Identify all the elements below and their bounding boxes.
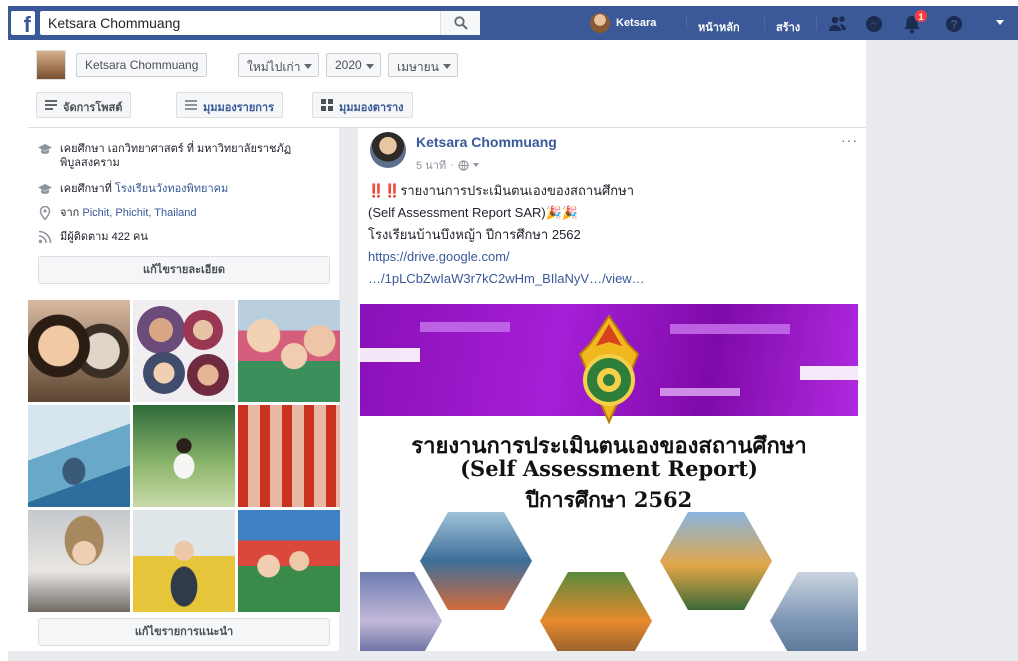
notification-badge: 1 <box>914 9 928 23</box>
grid-view-button[interactable]: มุมมองตาราง <box>312 92 413 118</box>
hometown-row: จาก Pichit, Phichit, Thailand <box>38 206 328 220</box>
post-meta: 5 นาที · <box>416 156 479 174</box>
settings-list-icon <box>45 100 57 110</box>
post-timestamp[interactable]: 5 นาที <box>416 156 446 174</box>
banner-stripe <box>360 348 420 362</box>
facebook-logo-icon[interactable]: f <box>11 11 35 35</box>
nav-divider <box>816 16 817 30</box>
search-button[interactable] <box>440 11 480 35</box>
friend-requests-icon[interactable] <box>828 14 848 34</box>
right-rail <box>866 40 1018 661</box>
collage-photo <box>540 572 652 651</box>
image-subtitle: (Self Assessment Report) <box>460 456 758 481</box>
activity-log-header: Ketsara Chommuang ใหม่ไปเก่า 2020 เมษายน… <box>28 44 866 128</box>
education-row: เคยศึกษา เอกวิทยาศาสตร์ ที่ มหาวิทยาลัยร… <box>38 142 298 170</box>
education-text: เคยศึกษา เอกวิทยาศาสตร์ ที่ มหาวิทยาลัยร… <box>60 143 292 169</box>
meta-separator: · <box>450 159 454 171</box>
list-view-button[interactable]: มุมมองรายการ <box>176 92 284 118</box>
post-line: โรงเรียนบ้านบึงหญ้า ปีการศึกษา 2562 <box>368 227 581 242</box>
collage-photo <box>420 512 532 610</box>
page-bottom-gutter <box>8 651 866 661</box>
hometown-prefix: จาก <box>60 207 80 219</box>
post-body: ‼️‼️รายงานการประเมินตนเองของสถานศึกษา (S… <box>368 180 858 290</box>
globe-icon[interactable] <box>458 159 469 171</box>
school-prefix: เคยศึกษาที่ <box>60 183 112 195</box>
graduation-icon <box>38 144 52 154</box>
featured-photo[interactable] <box>28 510 130 612</box>
manage-posts-button[interactable]: จัดการโพสต์ <box>36 92 132 118</box>
banner-stripe <box>800 366 858 380</box>
followers-text: มีผู้ติดตาม 422 คน <box>60 231 148 243</box>
year-select[interactable]: 2020 <box>326 53 381 77</box>
banner-stripe <box>670 324 790 334</box>
svg-text:?: ? <box>950 18 957 32</box>
school-link[interactable]: โรงเรียนวังทองพิทยาคม <box>115 182 228 196</box>
featured-photo[interactable] <box>28 405 130 507</box>
avatar[interactable] <box>36 50 66 80</box>
post-link[interactable]: …/1pLCbZwIaW3r7kC2wHm_BIlaNyV…/view… <box>368 268 858 290</box>
featured-photo[interactable] <box>133 510 235 612</box>
banner-stripe <box>660 388 740 396</box>
list-view-icon <box>185 100 197 110</box>
list-view-label: มุมมองรายการ <box>203 102 275 114</box>
chevron-down-icon[interactable] <box>472 163 479 167</box>
intro-card: เคยศึกษา เอกวิทยาศาสตร์ ที่ มหาวิทยาลัยร… <box>28 128 340 651</box>
sort-select[interactable]: ใหม่ไปเก่า <box>238 53 320 77</box>
search-input[interactable] <box>40 11 440 35</box>
search-icon <box>454 16 468 30</box>
banner-stripe <box>420 322 510 332</box>
edit-details-button[interactable]: แก้ไขรายละเอียด <box>38 256 330 284</box>
month-select[interactable]: เมษายน <box>388 53 458 77</box>
collage-photo <box>770 572 858 651</box>
featured-photo[interactable] <box>28 300 130 402</box>
post-line: ‼️‼️รายงานการประเมินตนเองของสถานศึกษา <box>368 183 635 198</box>
post-image[interactable]: รายงานการประเมินตนเองของสถานศึกษา (Self … <box>360 304 858 651</box>
image-year: ปีการศึกษา 2562 <box>525 487 693 512</box>
column-gutter <box>340 128 358 651</box>
avatar[interactable] <box>370 132 406 168</box>
followers-row: มีผู้ติดตาม 422 คน <box>38 230 328 244</box>
timeline-post: Ketsara Chommuang 5 นาที · ··· ‼️‼️รายงา… <box>358 128 866 651</box>
edit-featured-button[interactable]: แก้ไขรายการแนะนำ <box>38 618 330 646</box>
help-icon[interactable]: ? <box>944 14 964 34</box>
messenger-icon[interactable] <box>864 14 884 34</box>
avatar <box>590 13 610 33</box>
post-author-link[interactable]: Ketsara Chommuang <box>416 134 557 150</box>
post-options-button[interactable]: ··· <box>841 132 858 148</box>
nav-profile-link[interactable]: Ketsara <box>590 12 656 34</box>
nav-home-link[interactable]: หน้าหลัก <box>698 18 740 36</box>
featured-photos-grid <box>28 300 340 612</box>
search-box <box>40 11 480 35</box>
rss-icon <box>38 230 52 244</box>
grid-view-icon <box>321 99 333 111</box>
account-menu-caret-icon[interactable] <box>996 20 1004 25</box>
school-row: เคยศึกษาที่ โรงเรียนวังทองพิทยาคม <box>38 182 328 196</box>
collage-photo <box>360 572 442 651</box>
grid-view-label: มุมมองตาราง <box>339 102 404 114</box>
featured-photo[interactable] <box>238 300 340 402</box>
post-link[interactable]: https://drive.google.com/ <box>368 246 858 268</box>
post-line: (Self Assessment Report SAR)🎉🎉 <box>368 205 579 220</box>
featured-photo[interactable] <box>238 510 340 612</box>
nav-divider <box>764 16 765 30</box>
featured-photo[interactable] <box>133 300 235 402</box>
collage-photo <box>660 512 772 610</box>
school-emblem-icon <box>578 314 640 424</box>
top-navigation-bar: f Ketsara หน้าหลัก สร้าง 1 ? <box>8 6 1018 40</box>
nav-user-name: Ketsara <box>616 17 657 29</box>
nav-divider <box>686 16 687 30</box>
nav-create-link[interactable]: สร้าง <box>776 18 800 36</box>
map-pin-icon <box>39 206 51 220</box>
featured-photo[interactable] <box>238 405 340 507</box>
manage-posts-label: จัดการโพสต์ <box>63 102 123 114</box>
hometown-link[interactable]: Pichit, Phichit, Thailand <box>82 206 196 220</box>
graduation-icon <box>38 184 52 194</box>
profile-name-filter[interactable]: Ketsara Chommuang <box>76 53 208 77</box>
featured-photo[interactable] <box>133 405 235 507</box>
page-margin <box>0 40 8 661</box>
